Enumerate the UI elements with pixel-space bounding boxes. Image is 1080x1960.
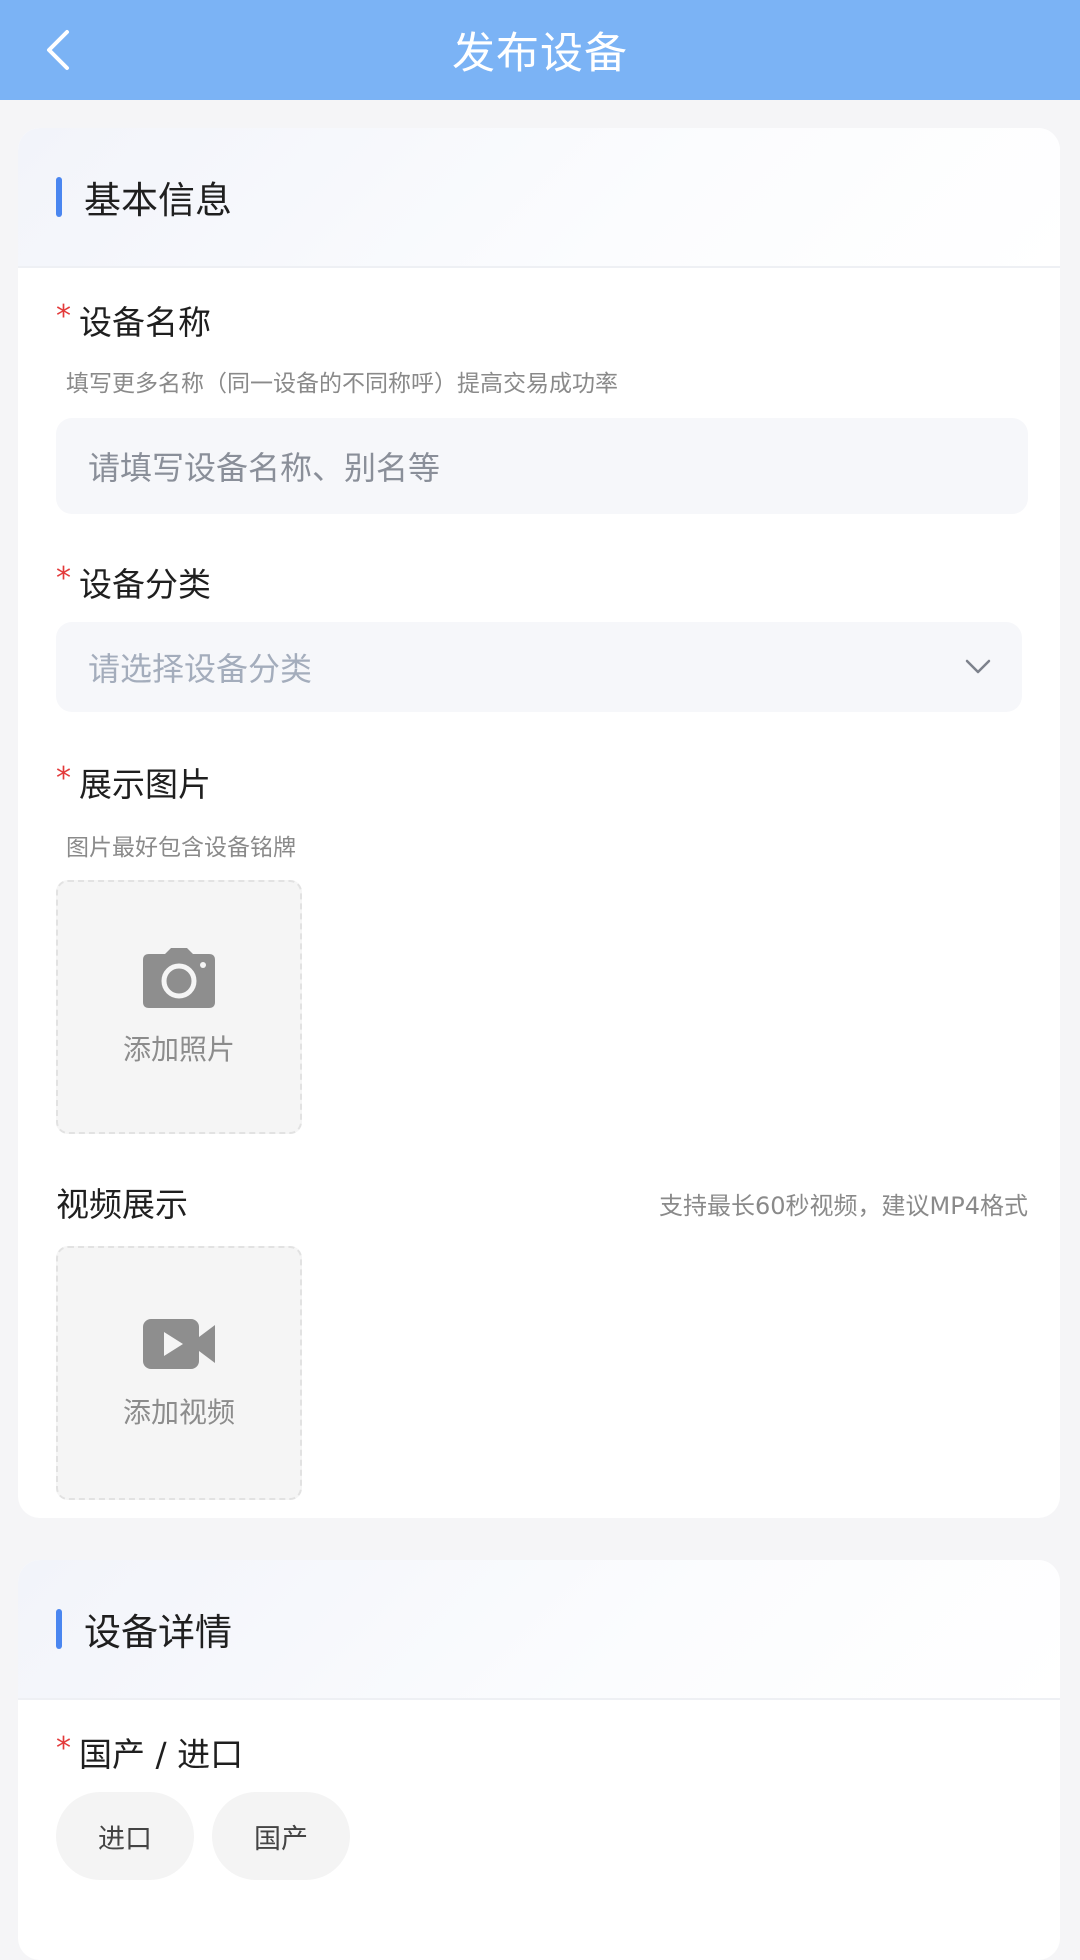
add-photo-button[interactable]: 添加照片 bbox=[56, 880, 302, 1134]
images-label: * 展示图片 bbox=[56, 758, 211, 806]
chevron-down-icon bbox=[965, 659, 991, 674]
category-label-text: 设备分类 bbox=[79, 565, 211, 604]
section-accent-bar bbox=[56, 177, 62, 217]
section-header: 基本信息 bbox=[18, 128, 1060, 268]
category-select[interactable]: 请选择设备分类 bbox=[56, 622, 1022, 712]
required-mark: * bbox=[56, 560, 71, 596]
origin-option-domestic[interactable]: 国产 bbox=[212, 1792, 350, 1880]
origin-label: * 国产 / 进口 bbox=[56, 1728, 243, 1776]
video-hint: 支持最长60秒视频，建议MP4格式 bbox=[659, 1192, 1028, 1220]
required-mark: * bbox=[56, 298, 71, 334]
device-name-input[interactable]: 请填写设备名称、别名等 bbox=[56, 418, 1028, 514]
device-name-label-text: 设备名称 bbox=[79, 303, 211, 342]
section-header: 设备详情 bbox=[18, 1560, 1060, 1700]
images-label-text: 展示图片 bbox=[79, 765, 211, 804]
page-title: 发布设备 bbox=[452, 29, 628, 79]
chevron-left-icon bbox=[47, 30, 69, 70]
add-video-label: 添加视频 bbox=[122, 1396, 235, 1429]
video-camera-icon bbox=[143, 1319, 215, 1369]
required-mark: * bbox=[56, 760, 71, 796]
camera-icon bbox=[143, 948, 215, 1008]
section-accent-bar bbox=[56, 1609, 62, 1649]
required-mark: * bbox=[56, 1730, 71, 1766]
basic-info-card: 基本信息 * 设备名称 填写更多名称（同一设备的不同称呼）提高交易成功率 请填写… bbox=[18, 128, 1060, 1518]
device-details-card: 设备详情 * 国产 / 进口 进口 国产 bbox=[18, 1560, 1060, 1960]
top-navigation-bar: 发布设备 bbox=[0, 0, 1080, 100]
video-label: 视频展示 bbox=[56, 1185, 188, 1224]
device-name-label: * 设备名称 bbox=[56, 296, 211, 344]
device-name-placeholder: 请填写设备名称、别名等 bbox=[88, 449, 441, 487]
add-video-button[interactable]: 添加视频 bbox=[56, 1246, 302, 1500]
category-label: * 设备分类 bbox=[56, 558, 211, 606]
add-photo-label: 添加照片 bbox=[122, 1033, 235, 1066]
origin-option-imported[interactable]: 进口 bbox=[56, 1792, 194, 1880]
section-title: 设备详情 bbox=[84, 1611, 232, 1654]
section-title: 基本信息 bbox=[84, 179, 232, 222]
origin-label-text: 国产 / 进口 bbox=[79, 1735, 244, 1774]
device-name-hint: 填写更多名称（同一设备的不同称呼）提高交易成功率 bbox=[66, 371, 618, 397]
back-button[interactable] bbox=[22, 14, 94, 86]
category-placeholder: 请选择设备分类 bbox=[88, 650, 313, 688]
images-hint: 图片最好包含设备铭牌 bbox=[66, 835, 296, 861]
